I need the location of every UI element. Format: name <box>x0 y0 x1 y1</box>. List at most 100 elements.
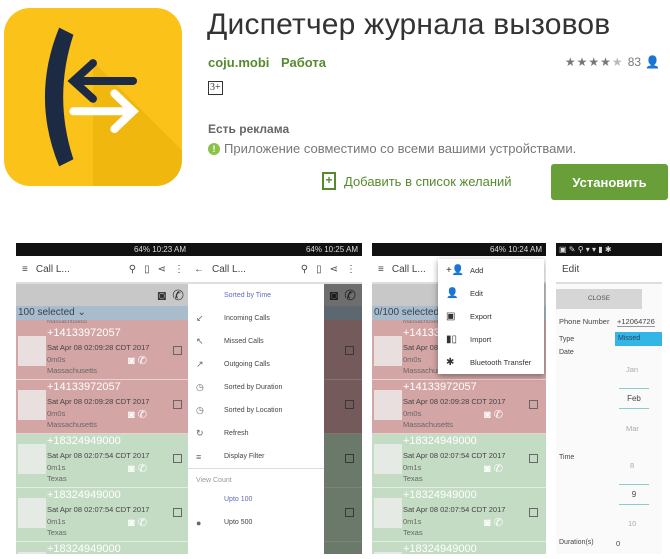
row-checkbox[interactable] <box>529 508 538 517</box>
phone-icon[interactable]: ✆ <box>138 409 147 421</box>
selected-count: 100 selected <box>18 307 75 318</box>
row-checkbox[interactable] <box>173 508 182 517</box>
month-prev[interactable]: Jan <box>626 365 638 374</box>
phone-icon[interactable]: ✆ <box>138 355 147 367</box>
search-contact-icon[interactable]: ◙ <box>128 463 135 475</box>
call-number: +18324949000 <box>403 489 477 501</box>
call-location: Texas <box>47 528 67 537</box>
overflow-menu: +👤 Add 👤 Edit ▣ Export ▮▯ Import ✱ Bluetooth Tran… <box>438 259 544 374</box>
compat-text: Приложение совместимо со всеми вашими ус… <box>224 141 577 156</box>
search-contact-icon[interactable]: ◙ <box>128 409 135 421</box>
stars-icon: ★★★★★ <box>564 55 624 69</box>
search-contact-icon[interactable]: ◙ <box>484 517 491 529</box>
screenshot-1[interactable]: 64% 10:23 AM ≡ Call L... ⚲ ▯ ⋖ ⋮ ◙ ✆ 100 selec… <box>16 243 190 554</box>
compat-notice: ! Приложение совместимо со всеми вашими у… <box>208 141 576 156</box>
drawer-item[interactable]: ↖ Missed Calls <box>188 330 324 353</box>
row-checkbox[interactable] <box>173 346 182 355</box>
category-link[interactable]: Работа <box>281 55 326 70</box>
view-count-item[interactable]: ● Upto 500 <box>188 511 324 534</box>
row-checkbox[interactable] <box>173 400 182 409</box>
more-icon: ⋮ <box>346 263 356 275</box>
call-date: Sat Apr 08 02:09:28 CDT 2017 <box>47 397 150 406</box>
row-checkbox[interactable] <box>173 454 182 463</box>
app-title: Диспетчер журнала вызовов <box>207 8 611 41</box>
duration-label: Duration(s) <box>559 539 594 546</box>
menu-item-icon: ▣ <box>446 311 456 322</box>
delete-icon: ▯ <box>144 263 150 275</box>
drawer-item[interactable]: Sorted by Time <box>188 284 324 307</box>
call-row[interactable]: +18324949000 <box>372 542 546 554</box>
toolbar-title: Edit <box>562 263 580 275</box>
view-count-item[interactable]: Upto 100 <box>188 488 324 511</box>
hour-next[interactable]: 10 <box>628 519 636 528</box>
search-contact-icon[interactable]: ◙ <box>128 355 135 367</box>
phone-input[interactable]: +12064726 <box>617 317 655 327</box>
month-next[interactable]: Mar <box>626 424 639 433</box>
contact-avatar <box>18 390 46 420</box>
duration-input[interactable]: 0 <box>616 539 620 548</box>
menu-item[interactable]: ▮▯ Import <box>438 328 544 351</box>
contact-avatar <box>374 390 402 420</box>
call-row[interactable]: +18324949000 Sat Apr 08 02:07:54 CDT 2017… <box>16 488 190 542</box>
call-row[interactable]: +18324949000 <box>16 542 190 554</box>
drawer-item[interactable]: ↗ Outgoing Calls <box>188 353 324 376</box>
install-button[interactable]: Установить <box>551 164 668 200</box>
selection-bar: 100 selected ⌄ <box>16 306 190 320</box>
close-button[interactable]: CLOSE <box>556 289 642 309</box>
drawer-item-icon: ↙ <box>196 313 204 323</box>
contact-avatar <box>374 336 402 366</box>
menu-item-label: Bluetooth Transfer <box>470 358 532 367</box>
phone-icon[interactable]: ✆ <box>494 409 503 421</box>
delete-icon: ▯ <box>316 263 322 275</box>
call-row[interactable]: +14133972057 Sat Apr 08 02:09:28 CDT 2017… <box>372 380 546 434</box>
type-select[interactable]: Missed <box>615 332 662 346</box>
drawer-item[interactable]: ↻ Refresh <box>188 422 324 445</box>
menu-item[interactable]: ✱ Bluetooth Transfer <box>438 351 544 374</box>
phone-icon[interactable]: ✆ <box>494 517 503 529</box>
share-icon: ⋖ <box>157 263 166 275</box>
call-number: +18324949000 <box>47 435 121 447</box>
drawer-item[interactable]: ◷ Sorted by Location <box>188 399 324 422</box>
phone-icon[interactable]: ✆ <box>494 463 503 475</box>
wishlist-button[interactable]: + Добавить в список желаний <box>322 172 512 190</box>
drawer-item-icon: ◷ <box>196 405 204 415</box>
toolbar-title: Call L... <box>35 263 70 275</box>
menu-item[interactable]: +👤 Add <box>438 259 544 282</box>
call-location: Massachusetts <box>47 420 98 429</box>
phone-icon[interactable]: ✆ <box>138 517 147 529</box>
search-contact-icon[interactable]: ◙ <box>484 463 491 475</box>
drawer-item[interactable]: ≡ Display Filter <box>188 445 324 468</box>
call-row[interactable]: +18324949000 Sat Apr 08 02:07:54 CDT 2017… <box>16 434 190 488</box>
status-bar: ▣ ✎ ⚲ ▾ ▾ ▮ ✱ <box>556 243 662 256</box>
hour-picker[interactable]: 9 <box>619 484 649 505</box>
drawer-item[interactable]: ◷ Sorted by Duration <box>188 376 324 399</box>
call-duration: 0m0s <box>403 409 422 418</box>
call-duration: 0m0s <box>403 355 422 364</box>
phone-icon[interactable]: ✆ <box>138 463 147 475</box>
call-duration: 0m0s <box>47 355 66 364</box>
menu-item[interactable]: ▣ Export <box>438 305 544 328</box>
row-checkbox[interactable] <box>529 400 538 409</box>
screenshot-4[interactable]: ▣ ✎ ⚲ ▾ ▾ ▮ ✱ Edit CLOSE Phone Number +1… <box>556 243 662 554</box>
call-duration: 0m1s <box>403 517 422 526</box>
toolbar: Edit <box>556 256 662 284</box>
search-contact-icon[interactable]: ◙ <box>484 409 491 421</box>
call-row[interactable]: +18324949000 Sat Apr 08 02:07:54 CDT 2017… <box>372 434 546 488</box>
call-row[interactable]: +14133972057 Sat Apr 08 02:09:28 CDT 2017… <box>16 380 190 434</box>
call-row[interactable]: +14133972057 Sat Apr 08 02:09:28 CDT 2017… <box>16 326 190 380</box>
drawer-item-label: Refresh <box>224 430 249 437</box>
menu-item[interactable]: 👤 Edit <box>438 282 544 305</box>
call-row[interactable]: +18324949000 Sat Apr 08 02:07:54 CDT 2017… <box>372 488 546 542</box>
menu-icon: ≡ <box>378 263 384 275</box>
screenshot-3[interactable]: 64% 10:24 AM ≡ Call L... 0/100 selected M… <box>372 243 546 554</box>
month-picker[interactable]: Feb <box>619 388 649 409</box>
drawer-item[interactable]: ↙ Incoming Calls <box>188 307 324 330</box>
screenshot-2[interactable]: 64% 10:25 AM ←Call L...⚲▯⋖⋮ ◙✆ Massachus… <box>188 243 362 554</box>
search-contact-icon[interactable]: ◙ <box>128 517 135 529</box>
row-checkbox[interactable] <box>529 454 538 463</box>
menu-item-icon: +👤 <box>446 265 465 276</box>
hour-prev[interactable]: 8 <box>630 461 634 470</box>
sort-drawer: Sorted by Time ↙ Incoming Calls ↖ Missed Cal… <box>188 284 324 554</box>
drawer-item-label: Sorted by Duration <box>224 384 283 391</box>
developer-link[interactable]: coju.mobi <box>208 55 269 70</box>
